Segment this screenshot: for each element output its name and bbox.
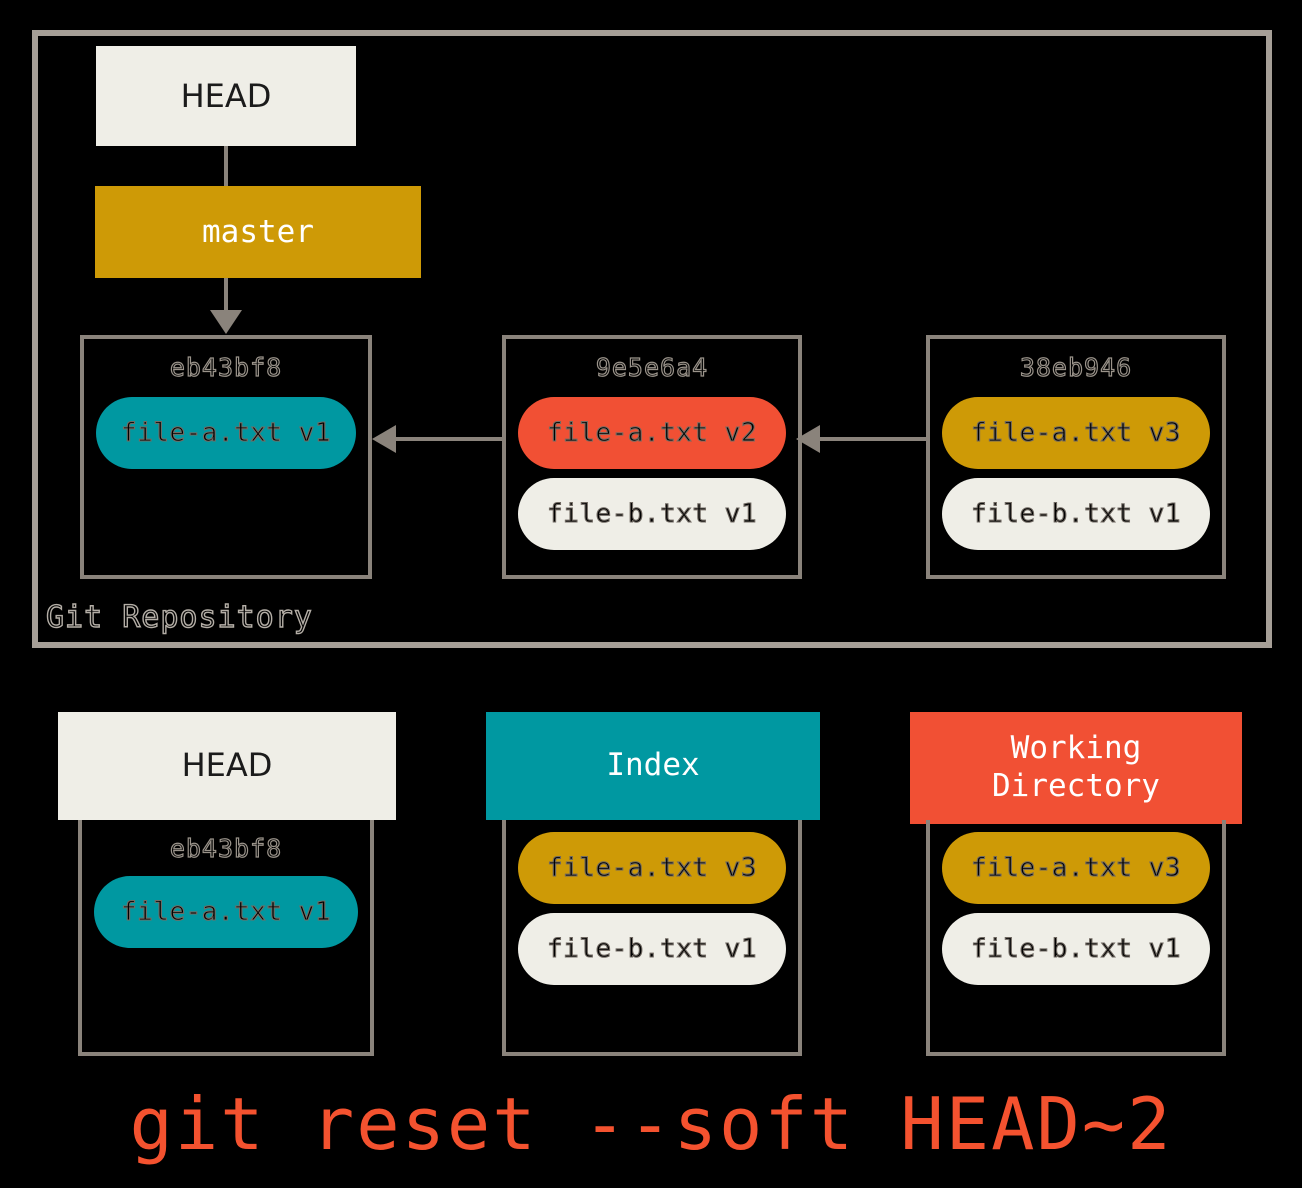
area-title-working-directory: Working Directory	[910, 712, 1242, 824]
file-pill: file-b.txt v1	[942, 913, 1210, 985]
connector-head-to-master	[224, 146, 228, 186]
arrow-down-icon	[210, 310, 242, 334]
file-pill: file-a.txt v3	[942, 832, 1210, 904]
area-title-head: HEAD	[58, 712, 396, 820]
area-column-head: eb43bf8 file-a.txt v1	[78, 820, 374, 1056]
file-pill: file-b.txt v1	[518, 913, 786, 985]
commit-box: eb43bf8 file-a.txt v1	[80, 335, 372, 579]
file-pill: file-a.txt v1	[96, 397, 356, 469]
area-column-working-directory: file-a.txt v3 file-b.txt v1	[926, 820, 1226, 1056]
area-column-index: file-a.txt v3 file-b.txt v1	[502, 820, 802, 1056]
commit-hash: eb43bf8	[169, 352, 283, 382]
area-working-directory-file-list: file-a.txt v3 file-b.txt v1	[942, 832, 1210, 985]
command-caption: git reset --soft HEAD~2	[129, 1082, 1173, 1166]
file-pill: file-a.txt v1	[94, 876, 358, 948]
commit-file-list: file-a.txt v1	[96, 397, 356, 469]
area-title-index: Index	[486, 712, 820, 820]
area-index-file-list: file-a.txt v3 file-b.txt v1	[518, 832, 786, 985]
file-pill: file-a.txt v3	[518, 832, 786, 904]
commit-hash: 9e5e6a4	[595, 352, 709, 382]
commit-box: 38eb946 file-a.txt v3 file-b.txt v1	[926, 335, 1226, 579]
file-pill: file-b.txt v1	[518, 478, 786, 550]
file-pill: file-a.txt v2	[518, 397, 786, 469]
commit-file-list: file-a.txt v3 file-b.txt v1	[942, 397, 1210, 550]
commit-link-arrow-icon	[796, 425, 926, 453]
file-pill: file-b.txt v1	[942, 478, 1210, 550]
commit-hash: 38eb946	[1019, 352, 1133, 382]
area-head-file-list: file-a.txt v1	[94, 876, 358, 948]
commit-file-list: file-a.txt v2 file-b.txt v1	[518, 397, 786, 550]
file-pill: file-a.txt v3	[942, 397, 1210, 469]
commit-box: 9e5e6a4 file-a.txt v2 file-b.txt v1	[502, 335, 802, 579]
commit-link-arrow-icon	[372, 425, 502, 453]
git-repository-label: Git Repository	[45, 599, 313, 635]
repo-head-box: HEAD	[96, 46, 356, 146]
diagram-canvas: Git Repository HEAD master eb43bf8 file-…	[0, 0, 1302, 1188]
repo-branch-master-box: master	[95, 186, 421, 278]
area-head-hash: eb43bf8	[169, 833, 283, 863]
